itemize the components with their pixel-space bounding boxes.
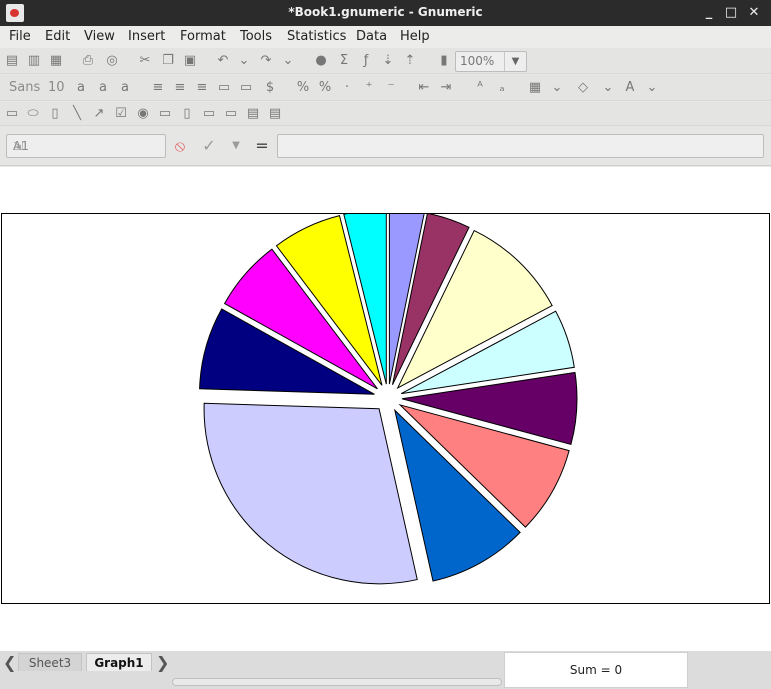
percent-icon[interactable]: % — [317, 80, 333, 96]
list-icon[interactable]: ▤ — [245, 106, 261, 122]
line-icon[interactable]: ╲ — [69, 106, 85, 122]
close-button[interactable]: ✕ — [745, 4, 763, 22]
arrow-icon[interactable]: ↗ — [91, 106, 107, 122]
hyperlink-icon[interactable]: ● — [313, 53, 329, 69]
cut-icon[interactable]: ✂ — [137, 53, 153, 69]
fill-color-dropdown-icon[interactable]: ⌄ — [600, 80, 616, 96]
menu-help[interactable]: Help — [400, 29, 430, 44]
radio-button-icon[interactable]: ◉ — [135, 106, 151, 122]
function-icon[interactable]: ƒ — [358, 53, 374, 69]
checkbox-icon[interactable]: ☑ — [113, 106, 129, 122]
accounting-icon[interactable]: % — [295, 80, 311, 96]
menu-edit[interactable]: Edit — [45, 29, 70, 44]
window-title: *Book1.gnumeric - Gnumeric — [288, 5, 483, 19]
font-size-field[interactable]: 10 — [48, 80, 65, 95]
formula-input[interactable] — [277, 134, 764, 158]
format-toolbar: Sans 10 a a a ≡ ≡ ≡ ▭ ▭ $ % % · ⁺ ⁻ ⇤ ⇥ … — [0, 75, 771, 101]
undo-icon[interactable]: ↶ — [215, 53, 231, 69]
align-left-icon[interactable]: ≡ — [150, 80, 166, 96]
chart-icon[interactable]: ▮ — [436, 53, 452, 69]
align-right-icon[interactable]: ≡ — [194, 80, 210, 96]
scrollbar-icon[interactable]: ▯ — [179, 106, 195, 122]
pie-slice-8[interactable] — [203, 402, 418, 585]
open-file-icon[interactable]: ▥ — [26, 53, 42, 69]
autosum-icon[interactable]: Σ — [336, 53, 352, 69]
tab-sheet3[interactable]: Sheet3 — [18, 653, 82, 671]
paste-icon[interactable]: ▣ — [182, 53, 198, 69]
underline-icon[interactable]: a — [117, 80, 133, 96]
status-sum: Sum = 0 — [504, 652, 688, 688]
print-preview-icon[interactable]: ◎ — [104, 53, 120, 69]
fill-color-icon[interactable]: ◇ — [575, 80, 591, 96]
copy-icon[interactable]: ❐ — [160, 53, 176, 69]
undo-dropdown-icon[interactable]: ⌄ — [236, 53, 252, 69]
chart-sheet-area — [0, 167, 771, 651]
maximize-button[interactable]: □ — [722, 4, 740, 22]
save-file-icon[interactable]: ▦ — [48, 53, 64, 69]
menu-format[interactable]: Format — [180, 29, 226, 44]
bold-icon[interactable]: a — [73, 80, 89, 96]
sort-descending-icon[interactable]: ⇡ — [402, 53, 418, 69]
zoom-combo[interactable]: 100% ▼ — [455, 51, 527, 72]
scroll-left-icon[interactable]: ❮ — [3, 654, 16, 672]
decrease-indent-icon[interactable]: ⇤ — [416, 80, 432, 96]
redo-dropdown-icon[interactable]: ⌄ — [280, 53, 296, 69]
borders-dropdown-icon[interactable]: ⌄ — [549, 80, 565, 96]
borders-icon[interactable]: ▦ — [527, 80, 543, 96]
menu-statistics[interactable]: Statistics — [287, 29, 346, 44]
menu-tools[interactable]: Tools — [240, 29, 272, 44]
slider-icon[interactable]: ▭ — [201, 106, 217, 122]
align-center-icon[interactable]: ≡ — [172, 80, 188, 96]
frame-icon[interactable]: ▯ — [47, 106, 63, 122]
redo-icon[interactable]: ↷ — [258, 53, 274, 69]
select-range-icon[interactable]: ⇲ — [13, 139, 157, 153]
pie-chart[interactable] — [2, 208, 769, 603]
subscript-icon[interactable]: ₐ — [494, 80, 510, 96]
cancel-icon[interactable]: ⦸ — [170, 136, 190, 156]
combo-icon[interactable]: ▤ — [267, 106, 283, 122]
font-color-icon[interactable]: A — [622, 80, 638, 96]
check-icon[interactable]: ✓ — [199, 136, 219, 156]
horizontal-scrollbar[interactable] — [172, 678, 502, 686]
new-file-icon[interactable]: ▤ — [4, 53, 20, 69]
superscript-icon[interactable]: ᴬ — [472, 80, 488, 96]
object-toolbar: ▭ ⬭ ▯ ╲ ↗ ☑ ◉ ▭ ▯ ▭ ▭ ▤ ▤ — [0, 102, 771, 126]
standard-toolbar: ▤ ▥ ▦ ⎙ ◎ ✂ ❐ ▣ ↶ ⌄ ↷ ⌄ ● Σ ƒ ⇣ ⇡ ▮ 100%… — [0, 48, 771, 74]
title-bar: *Book1.gnumeric - Gnumeric _ □ ✕ — [0, 0, 771, 26]
spinbutton-icon[interactable]: ▭ — [223, 106, 239, 122]
cell-reference-box[interactable]: A1 ⇲ — [6, 134, 166, 158]
chevron-down-icon[interactable]: ▼ — [504, 52, 526, 71]
menu-insert[interactable]: Insert — [128, 29, 165, 44]
merge-cells-icon[interactable]: ▭ — [216, 80, 232, 96]
increase-indent-icon[interactable]: ⇥ — [438, 80, 454, 96]
ellipse-icon[interactable]: ⬭ — [25, 106, 41, 122]
chevron-down-icon[interactable]: ▼ — [226, 136, 246, 156]
minimize-button[interactable]: _ — [700, 4, 718, 22]
increase-decimals-icon[interactable]: ⁺ — [361, 80, 377, 96]
currency-icon[interactable]: $ — [262, 80, 278, 96]
decrease-decimals-icon[interactable]: ⁻ — [383, 80, 399, 96]
menu-data[interactable]: Data — [356, 29, 387, 44]
equals-button[interactable]: = — [252, 136, 272, 156]
tab-graph1[interactable]: Graph1 — [86, 653, 152, 671]
rectangle-icon[interactable]: ▭ — [4, 106, 20, 122]
menu-file[interactable]: File — [9, 29, 31, 44]
sheet-tab-bar: ❮ Sheet3 Graph1 ❯ Sum = 0 — [0, 651, 771, 689]
sort-ascending-icon[interactable]: ⇣ — [380, 53, 396, 69]
font-name-field[interactable]: Sans — [9, 80, 40, 95]
menu-bar: File Edit View Insert Format Tools Stati… — [0, 26, 771, 48]
button-icon[interactable]: ▭ — [157, 106, 173, 122]
formula-bar: A1 ⇲ ⦸ ✓ ▼ = — [0, 126, 771, 166]
italic-icon[interactable]: a — [95, 80, 111, 96]
print-icon[interactable]: ⎙ — [80, 53, 96, 69]
menu-view[interactable]: View — [84, 29, 115, 44]
center-across-icon[interactable]: ▭ — [238, 80, 254, 96]
thousands-separator-icon[interactable]: · — [339, 80, 355, 96]
graph-frame[interactable] — [1, 208, 770, 604]
scroll-right-icon[interactable]: ❯ — [156, 654, 169, 672]
font-color-dropdown-icon[interactable]: ⌄ — [644, 80, 660, 96]
zoom-value: 100% — [460, 54, 495, 68]
